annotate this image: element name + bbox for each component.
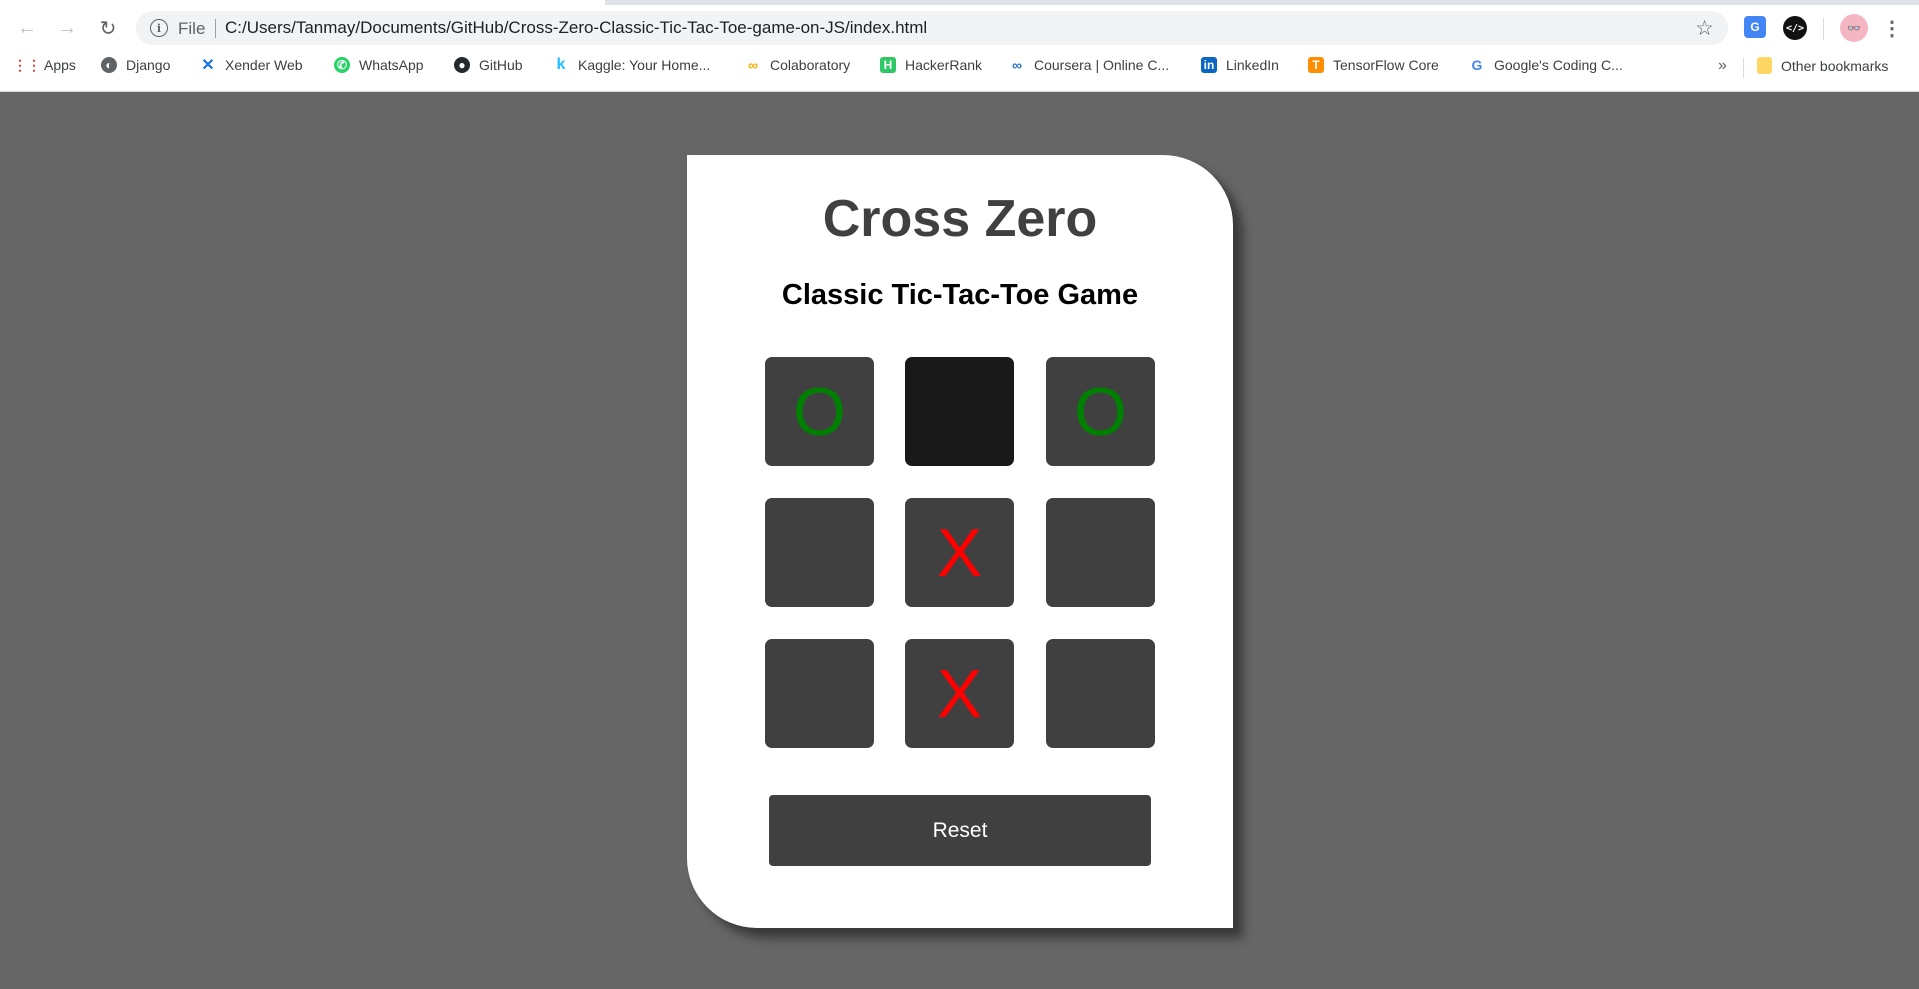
kaggle-icon: k: [556, 56, 566, 73]
bookmark-xender[interactable]: ✕ Xender Web: [200, 57, 303, 74]
board-cell[interactable]: [765, 639, 874, 748]
bookmark-coursera[interactable]: ∞ Coursera | Online C...: [1009, 57, 1169, 73]
colab-icon: ∞: [748, 57, 758, 73]
coursera-icon: ∞: [1012, 57, 1022, 73]
translate-extension-icon[interactable]: G: [1744, 16, 1766, 38]
bookmark-label: LinkedIn: [1226, 57, 1279, 73]
board-cell[interactable]: O: [765, 357, 874, 466]
reload-icon[interactable]: ↻: [94, 14, 122, 42]
bookmark-linkedin[interactable]: in LinkedIn: [1201, 57, 1279, 73]
bookmarks-bar: ⋮⋮ Apps ◐ Django ✕ Xender Web ✆ WhatsApp…: [0, 55, 1919, 81]
board-cell[interactable]: X: [905, 498, 1014, 607]
board-cell[interactable]: [1046, 639, 1155, 748]
bookmark-apps[interactable]: ⋮⋮ Apps: [13, 56, 76, 74]
github-icon: ●: [454, 57, 470, 73]
linkedin-icon: in: [1201, 57, 1217, 73]
code-extension-icon[interactable]: </>: [1783, 16, 1807, 40]
bookmark-github[interactable]: ● GitHub: [454, 57, 523, 73]
bookmark-label: Coursera | Online C...: [1034, 57, 1170, 73]
info-icon[interactable]: i: [150, 19, 168, 37]
board-cell[interactable]: [1046, 498, 1155, 607]
bookmark-label: Apps: [44, 57, 76, 73]
address-divider: [215, 19, 216, 38]
bookmark-label: Django: [126, 57, 171, 73]
bookmark-label: Google's Coding C...: [1494, 57, 1623, 73]
tensorflow-icon: T: [1308, 57, 1324, 73]
active-tab[interactable]: [0, 0, 605, 5]
forward-icon[interactable]: →: [53, 14, 81, 42]
back-icon[interactable]: ←: [13, 14, 41, 42]
tab-strip: [0, 0, 1919, 5]
reset-button[interactable]: Reset: [769, 795, 1151, 866]
bookmarks-divider: [1743, 58, 1744, 78]
hackerrank-icon: H: [880, 57, 896, 73]
bookmark-label: GitHub: [479, 57, 523, 73]
page-subtitle: Classic Tic-Tac-Toe Game: [781, 279, 1139, 311]
folder-icon: [1757, 57, 1772, 74]
other-bookmarks[interactable]: Other bookmarks: [1757, 57, 1888, 74]
bookmark-label: WhatsApp: [359, 57, 424, 73]
bookmark-label: Colaboratory: [770, 57, 851, 73]
bookmark-django[interactable]: ◐ Django: [101, 57, 170, 73]
bookmark-label: Kaggle: Your Home...: [578, 57, 711, 73]
scheme-label: File: [178, 19, 206, 38]
apps-grid-icon: ⋮⋮: [13, 56, 41, 73]
globe-icon: ◐: [101, 57, 117, 73]
bookmark-colab[interactable]: ∞ Colaboratory: [745, 57, 850, 73]
page-title: Cross Zero: [822, 190, 1098, 248]
bookmark-tensorflow[interactable]: T TensorFlow Core: [1308, 57, 1439, 73]
browser-toolbar: ← → ↻ i File C:/Users/Tanmay/Documents/G…: [0, 8, 1919, 48]
board-cell[interactable]: [905, 357, 1014, 466]
bookmark-label: TensorFlow Core: [1333, 57, 1439, 73]
browser-chrome: ← → ↻ i File C:/Users/Tanmay/Documents/G…: [0, 0, 1919, 92]
url-text[interactable]: C:/Users/Tanmay/Documents/GitHub/Cross-Z…: [225, 18, 927, 38]
bookmark-kaggle[interactable]: k Kaggle: Your Home...: [553, 56, 711, 73]
bookmark-google-coding[interactable]: G Google's Coding C...: [1469, 57, 1623, 73]
browser-menu-icon[interactable]: ⋮: [1882, 16, 1902, 40]
bookmarks-overflow-icon[interactable]: »: [1718, 57, 1727, 75]
whatsapp-icon: ✆: [334, 57, 350, 73]
bookmark-hackerrank[interactable]: H HackerRank: [880, 57, 982, 73]
board-cell[interactable]: X: [905, 639, 1014, 748]
bookmark-label: Xender Web: [225, 57, 303, 73]
board-cell[interactable]: O: [1046, 357, 1155, 466]
bookmark-label: HackerRank: [905, 57, 983, 73]
toolbar-divider: [1823, 18, 1824, 40]
bookmark-whatsapp[interactable]: ✆ WhatsApp: [334, 57, 424, 73]
address-bar[interactable]: i File C:/Users/Tanmay/Documents/GitHub/…: [136, 11, 1728, 45]
game-card: Cross Zero Classic Tic-Tac-Toe Game O O …: [687, 155, 1233, 928]
board-cell[interactable]: [765, 498, 874, 607]
xender-icon: ✕: [201, 57, 215, 74]
bookmark-star-icon[interactable]: ☆: [1695, 16, 1714, 41]
profile-avatar[interactable]: 👓: [1840, 14, 1868, 42]
other-bookmarks-label: Other bookmarks: [1781, 57, 1889, 74]
google-icon: G: [1471, 57, 1483, 73]
